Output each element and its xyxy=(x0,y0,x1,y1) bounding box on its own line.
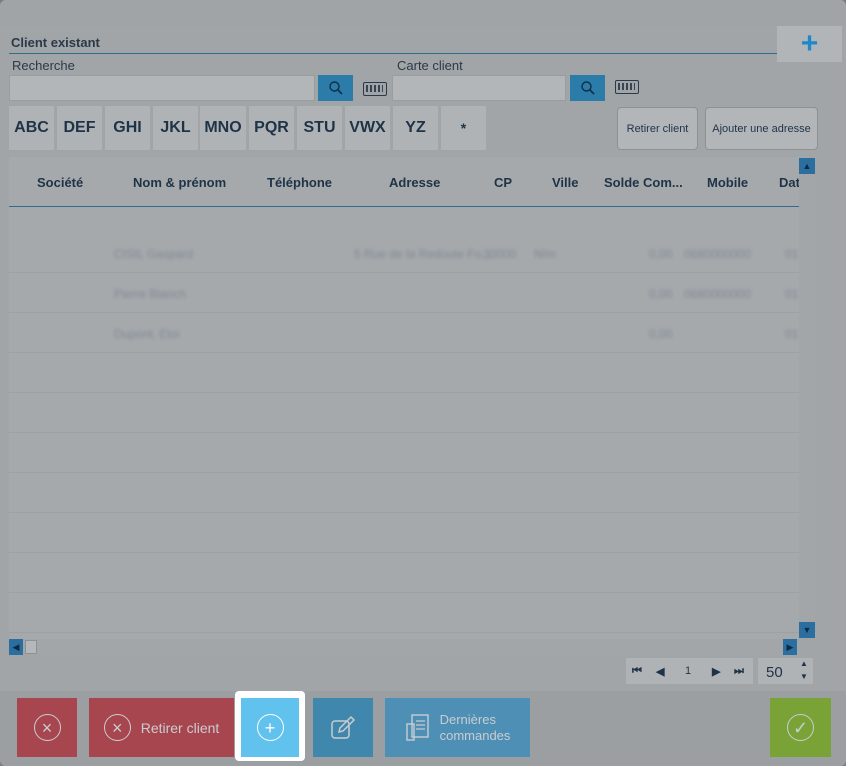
column-cp[interactable]: CP xyxy=(494,175,512,190)
add-address-button[interactable]: Ajouter une adresse xyxy=(705,107,818,150)
edit-client-button[interactable] xyxy=(313,698,373,757)
confirm-button[interactable]: ✓ xyxy=(770,698,831,757)
page-size-spinner[interactable]: 50 ▲ ▼ xyxy=(758,658,813,684)
cell-date: 01 xyxy=(785,327,799,341)
table-row[interactable]: Dupont, Eloi 0,00 01 xyxy=(9,313,799,353)
plus-icon: + xyxy=(256,714,284,741)
cell-mobile: 0680000000 xyxy=(684,247,751,261)
last-orders-label-line1: Dernières xyxy=(439,711,496,727)
page-size-value: 50 xyxy=(766,664,783,681)
scroll-down-icon[interactable]: ▼ xyxy=(799,622,815,638)
cell-solde: 0,00 xyxy=(649,327,673,341)
prev-page-icon[interactable]: ◀ xyxy=(656,665,664,678)
current-page: 1 xyxy=(685,665,692,677)
alpha-filter-pqr[interactable]: PQR xyxy=(249,106,294,150)
vertical-scrollbar[interactable]: ▲ ▼ xyxy=(799,157,815,639)
cell-date: 01 xyxy=(785,287,799,301)
cell-nom: Pierre Blanch xyxy=(114,287,187,301)
search-icon xyxy=(580,81,595,95)
keyboard-icon[interactable] xyxy=(363,82,387,96)
cell-ville: Nîm xyxy=(534,247,556,261)
client-table: Société Nom & prénom Téléphone Adresse C… xyxy=(9,157,799,639)
close-icon: × xyxy=(33,714,61,741)
column-ville[interactable]: Ville xyxy=(552,175,579,190)
cell-nom: CISIL Gaspard xyxy=(114,247,193,261)
client-panel: Client existant + Recherche Carte client… xyxy=(0,26,846,691)
edit-icon xyxy=(331,715,356,739)
card-input[interactable] xyxy=(392,75,566,101)
scroll-thumb[interactable] xyxy=(25,640,37,654)
table-row-empty xyxy=(9,513,799,553)
scroll-left-icon[interactable]: ◀ xyxy=(9,639,23,655)
table-row-empty xyxy=(9,593,799,633)
table-row-empty xyxy=(9,553,799,593)
column-solde[interactable]: Solde Com... xyxy=(604,175,683,190)
cell-adresse: 5 Rue de la Redoute Fo... xyxy=(354,247,492,261)
card-search-button[interactable] xyxy=(570,75,605,101)
cell-cp: 30000 xyxy=(483,247,517,261)
alpha-filter-def[interactable]: DEF xyxy=(57,106,102,150)
table-row-empty xyxy=(9,393,799,433)
remove-client-button[interactable]: × Retirer client xyxy=(89,698,234,757)
alpha-filter-mno[interactable]: MNO xyxy=(200,106,246,150)
remove-client-label: Retirer client xyxy=(140,719,220,736)
bottom-toolbar: × × Retirer client + Dernières commandes… xyxy=(0,691,846,766)
search-label: Recherche xyxy=(12,58,75,73)
search-icon xyxy=(328,81,343,95)
last-orders-button[interactable]: Dernières commandes xyxy=(385,698,530,757)
table-header: Société Nom & prénom Téléphone Adresse C… xyxy=(9,157,799,207)
section-title: Client existant xyxy=(11,35,100,50)
search-input[interactable] xyxy=(9,75,315,101)
keyboard-icon[interactable] xyxy=(615,80,639,94)
next-page-icon[interactable]: ▶ xyxy=(712,665,720,678)
add-client-button[interactable]: + xyxy=(241,698,299,757)
column-nom-prenom[interactable]: Nom & prénom xyxy=(133,175,226,190)
card-label: Carte client xyxy=(397,58,463,73)
cell-solde: 0,00 xyxy=(649,247,673,261)
cancel-button[interactable]: × xyxy=(17,698,77,757)
last-page-icon[interactable]: ⏭ xyxy=(734,665,744,678)
alpha-filter-jkl[interactable]: JKL xyxy=(153,106,198,150)
add-client-top-button[interactable]: + xyxy=(777,26,842,62)
table-row-empty xyxy=(9,433,799,473)
check-icon: ✓ xyxy=(787,714,814,741)
column-adresse[interactable]: Adresse xyxy=(389,175,440,190)
cell-solde: 0,00 xyxy=(649,287,673,301)
pagination: ⏮ ◀ 1 ▶ ⏭ xyxy=(626,658,753,684)
table-row-empty xyxy=(9,473,799,513)
column-societe[interactable]: Société xyxy=(37,175,83,190)
table-row-empty xyxy=(9,353,799,393)
remove-client-top-button[interactable]: Retirer client xyxy=(617,107,698,150)
cell-mobile: 0680000000 xyxy=(684,287,751,301)
close-icon: × xyxy=(103,714,131,741)
alpha-filter-vwx[interactable]: VWX xyxy=(345,106,390,150)
last-orders-label: Dernières commandes xyxy=(440,712,511,744)
alpha-filter-yz[interactable]: YZ xyxy=(393,106,438,150)
alpha-filter-ghi[interactable]: GHI xyxy=(105,106,150,150)
alpha-filter-stu[interactable]: STU xyxy=(297,106,342,150)
spin-down-icon[interactable]: ▼ xyxy=(800,672,808,681)
cell-nom: Dupont, Eloi xyxy=(114,327,180,341)
column-date[interactable]: Dat xyxy=(779,175,799,190)
table-row[interactable]: CISIL Gaspard 5 Rue de la Redoute Fo... … xyxy=(9,233,799,273)
scroll-right-icon[interactable]: ▶ xyxy=(783,639,797,655)
cell-date: 01 xyxy=(785,247,799,261)
first-page-icon[interactable]: ⏮ xyxy=(632,665,642,678)
horizontal-scrollbar[interactable]: ◀ ▶ xyxy=(9,639,799,655)
dialog-titlebar xyxy=(0,0,846,26)
scroll-up-icon[interactable]: ▲ xyxy=(799,158,815,174)
table-row[interactable]: Pierre Blanch 0,00 0680000000 01 xyxy=(9,273,799,313)
search-button[interactable] xyxy=(318,75,353,101)
alpha-filter-all[interactable]: * xyxy=(441,106,486,150)
alpha-filter-abc[interactable]: ABC xyxy=(9,106,54,150)
orders-icon xyxy=(405,713,429,741)
section-divider xyxy=(9,53,777,54)
column-telephone[interactable]: Téléphone xyxy=(267,175,332,190)
last-orders-label-line2: commandes xyxy=(439,727,511,743)
dialog-window: Client existant + Recherche Carte client… xyxy=(0,0,846,766)
spin-up-icon[interactable]: ▲ xyxy=(800,659,808,668)
column-mobile[interactable]: Mobile xyxy=(707,175,748,190)
